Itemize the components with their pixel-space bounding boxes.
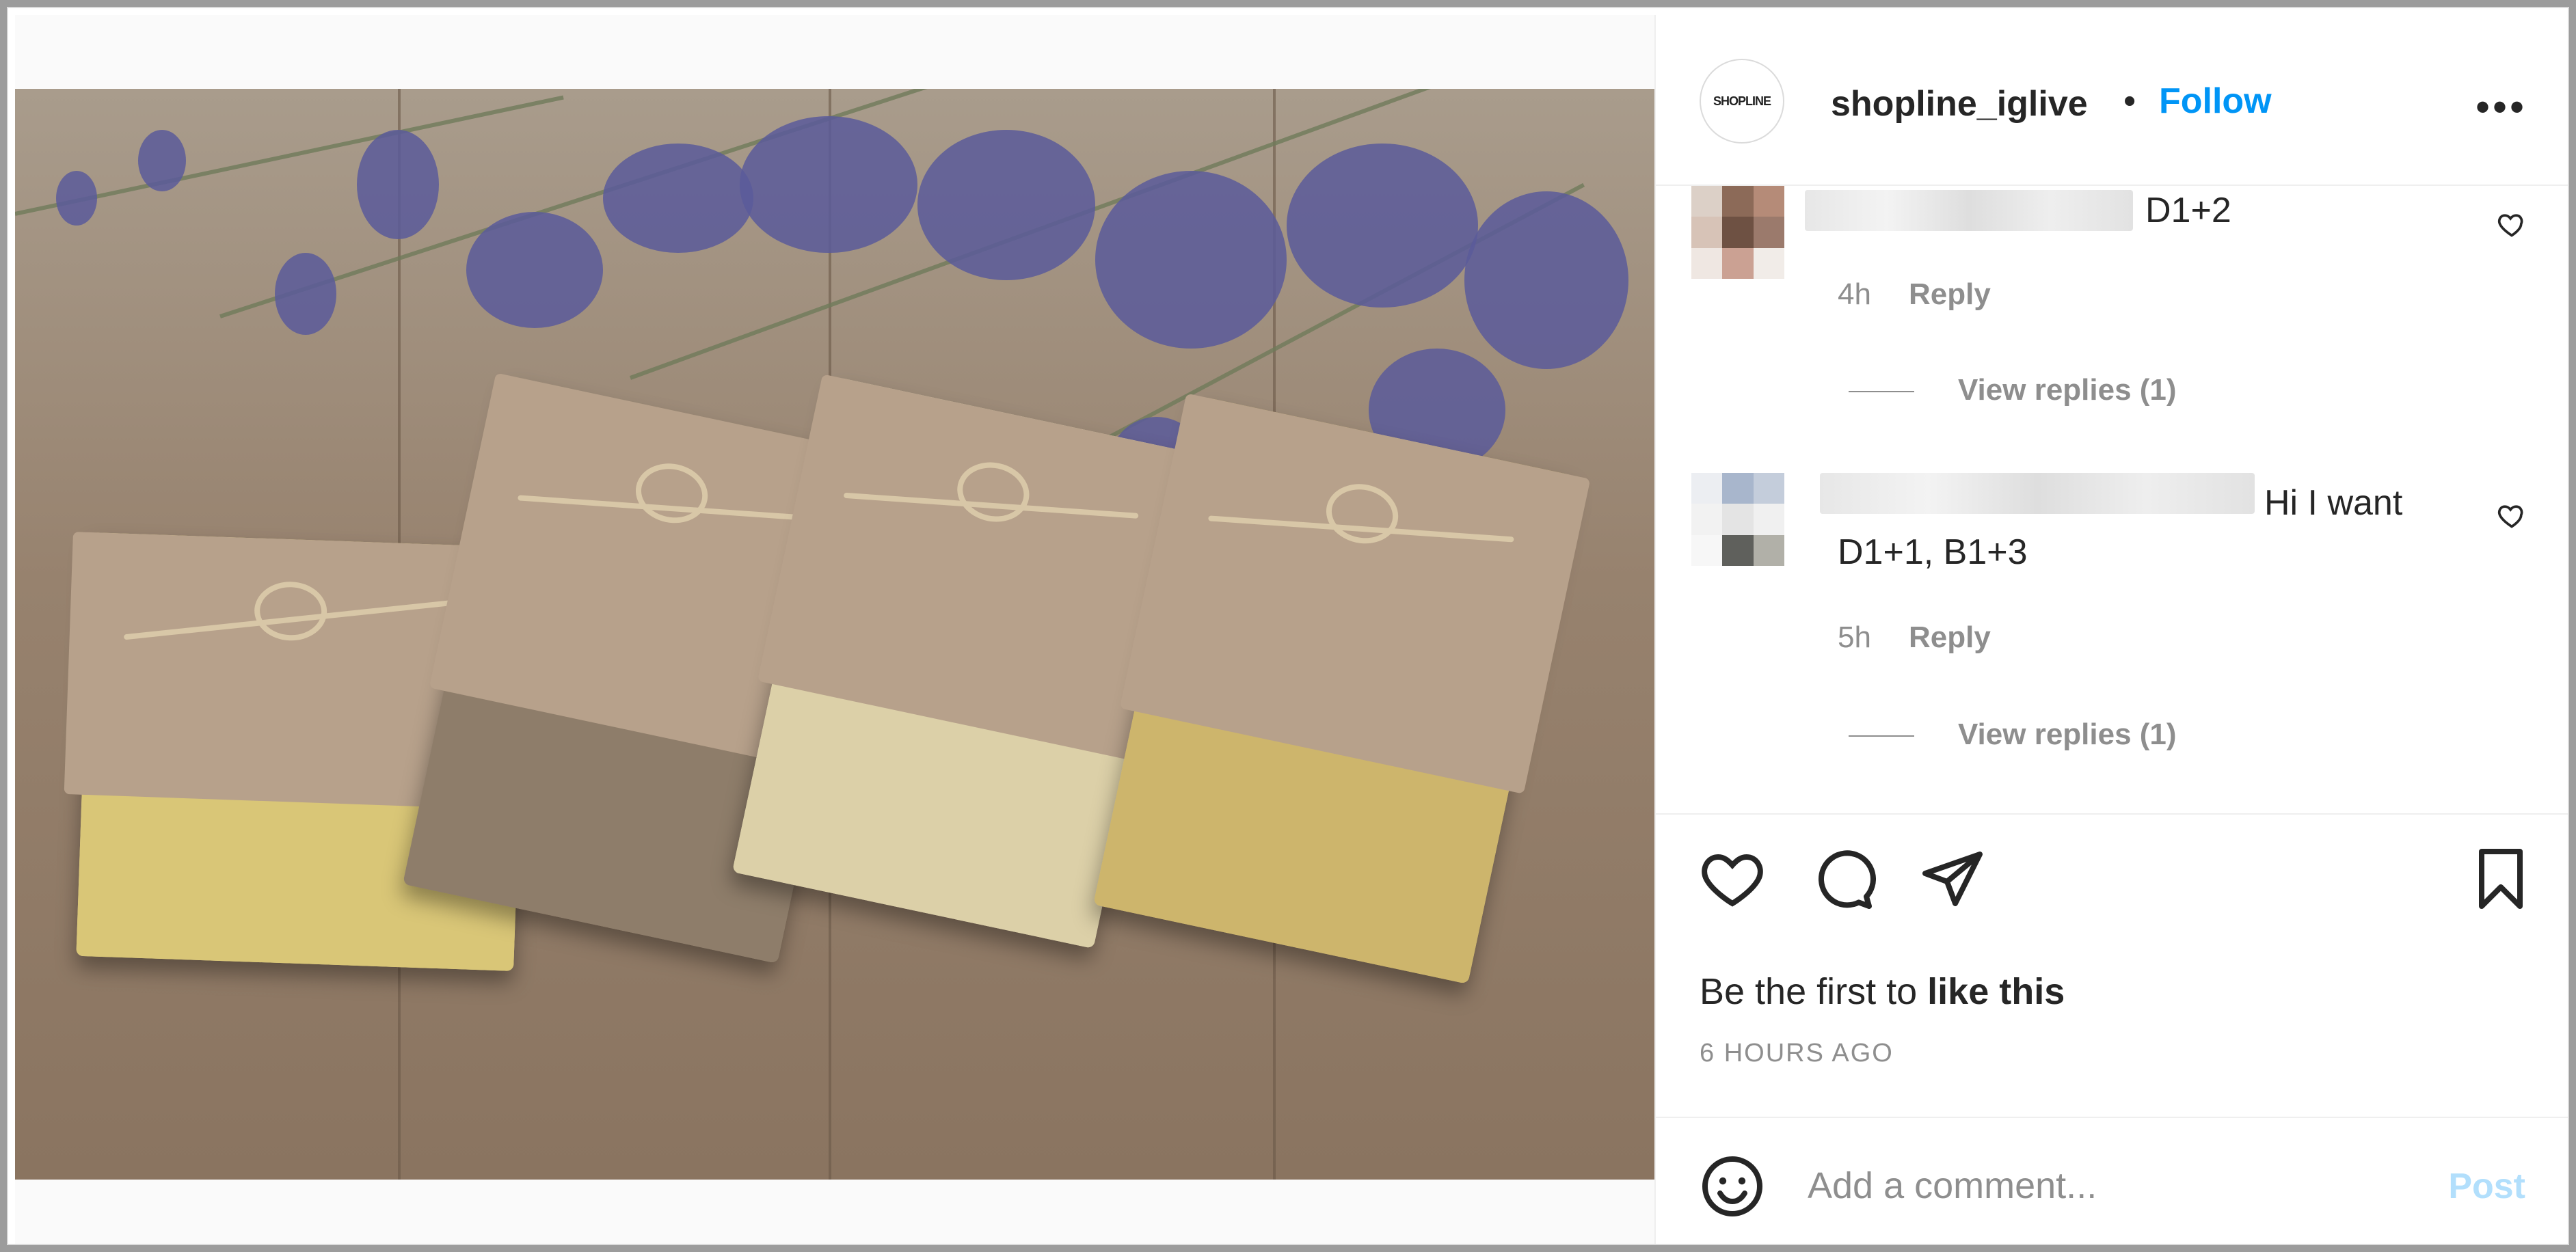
blurred-username: [1820, 473, 2255, 514]
comment-text: D1+2: [2145, 191, 2231, 230]
post-dialog: SHOPLINE shopline_iglive • Follow ••• D1…: [7, 7, 2569, 1245]
divider-line: [1849, 735, 1914, 737]
reply-button[interactable]: Reply: [1909, 621, 1991, 655]
comment-bubble-icon[interactable]: [1810, 846, 1876, 912]
divider-line: [1849, 391, 1914, 392]
comment-input[interactable]: [1806, 1152, 2397, 1219]
post-actions: Be the first to like this 6 HOURS AGO: [1656, 813, 2568, 1117]
comment-time: 4h: [1838, 277, 1871, 311]
view-replies-button[interactable]: View replies (1): [1958, 718, 2177, 752]
heart-icon[interactable]: [1700, 846, 1765, 912]
ellipsis-icon[interactable]: •••: [2476, 83, 2527, 131]
view-replies-button[interactable]: View replies (1): [1958, 373, 2177, 407]
side-panel: SHOPLINE shopline_iglive • Follow ••• D1…: [1656, 15, 2568, 1244]
like-this-link[interactable]: like this: [1927, 971, 2065, 1012]
reply-button[interactable]: Reply: [1909, 277, 1991, 312]
heart-outline-icon[interactable]: [2497, 500, 2527, 530]
media-panel: [15, 15, 1656, 1244]
smiley-icon[interactable]: [1700, 1154, 1765, 1219]
heart-outline-icon[interactable]: [2497, 209, 2527, 239]
paper-plane-icon[interactable]: [1920, 846, 1985, 912]
post-image[interactable]: [15, 89, 1654, 1180]
comment-time: 5h: [1838, 621, 1871, 654]
comment-text-line1: Hi I want: [2264, 483, 2403, 523]
username-link[interactable]: shopline_iglive: [1831, 83, 2088, 124]
avatar[interactable]: [1691, 473, 1784, 566]
likes-text: Be the first to like this: [1700, 971, 2065, 1012]
avatar[interactable]: SHOPLINE: [1700, 59, 1784, 144]
post-timestamp: 6 HOURS AGO: [1700, 1039, 1894, 1067]
comment-text-line2: D1+1, B1+3: [1838, 532, 2028, 572]
post-header: SHOPLINE shopline_iglive • Follow •••: [1656, 15, 2568, 186]
bookmark-icon[interactable]: [2468, 846, 2534, 912]
avatar[interactable]: [1691, 186, 1784, 279]
add-comment-bar: Post: [1656, 1117, 2568, 1244]
post-button[interactable]: Post: [2448, 1166, 2525, 1207]
comments-list[interactable]: D1+2 4h Reply View replies (1) Hi I want…: [1656, 186, 2568, 813]
header-separator: •: [2123, 81, 2136, 121]
blurred-username: [1805, 190, 2133, 231]
follow-button[interactable]: Follow: [2159, 81, 2272, 122]
